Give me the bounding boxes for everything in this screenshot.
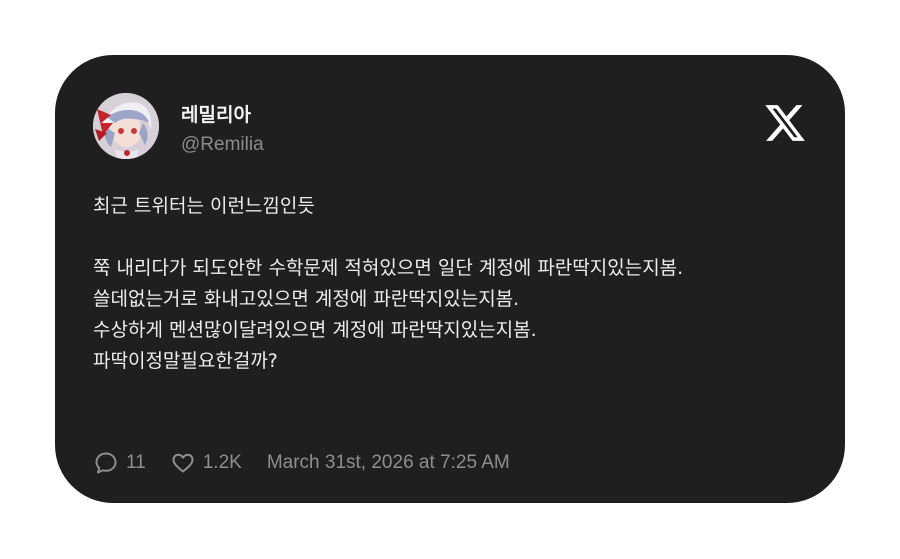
anime-character-avatar-icon	[93, 93, 159, 159]
reply-count: 11	[126, 452, 146, 473]
display-name[interactable]: 레밀리아	[181, 103, 251, 127]
timestamp[interactable]: March 31st, 2026 at 7:25 AM	[267, 452, 510, 474]
user-handle[interactable]: @Remilia	[181, 133, 264, 157]
heart-icon[interactable]	[170, 450, 196, 476]
tweet-card: 레밀리아 @Remilia 최근 트위터는 이런느낌인듯 쭉 내리다가 되도안한…	[55, 55, 845, 503]
tweet-footer: 11 1.2K March 31st, 2026 at 7:25 AM	[93, 448, 510, 478]
tweet-line-1: 최근 트위터는 이런느낌인듯	[93, 195, 315, 217]
tweet-line-5: 파딱이정말필요한걸까?	[93, 350, 278, 372]
avatar[interactable]	[93, 93, 159, 159]
tweet-line-3: 쓸데없는거로 화내고있으면 계정에 파란딱지있는지봄.	[93, 288, 520, 310]
like-button[interactable]: 1.2K	[170, 450, 242, 476]
tweet-line-2: 쭉 내리다가 되도안한 수학문제 적혀있으면 일단 계정에 파란딱지있는지봄.	[93, 257, 684, 279]
x-logo-icon[interactable]	[763, 101, 807, 145]
tweet-text: 최근 트위터는 이런느낌인듯 쭉 내리다가 되도안한 수학문제 적혀있으면 일단…	[93, 191, 813, 377]
tweet-line-4: 수상하게 멘션많이달려있으면 계정에 파란딱지있는지봄.	[93, 319, 537, 341]
comment-icon[interactable]	[93, 450, 119, 476]
like-count: 1.2K	[202, 452, 242, 473]
